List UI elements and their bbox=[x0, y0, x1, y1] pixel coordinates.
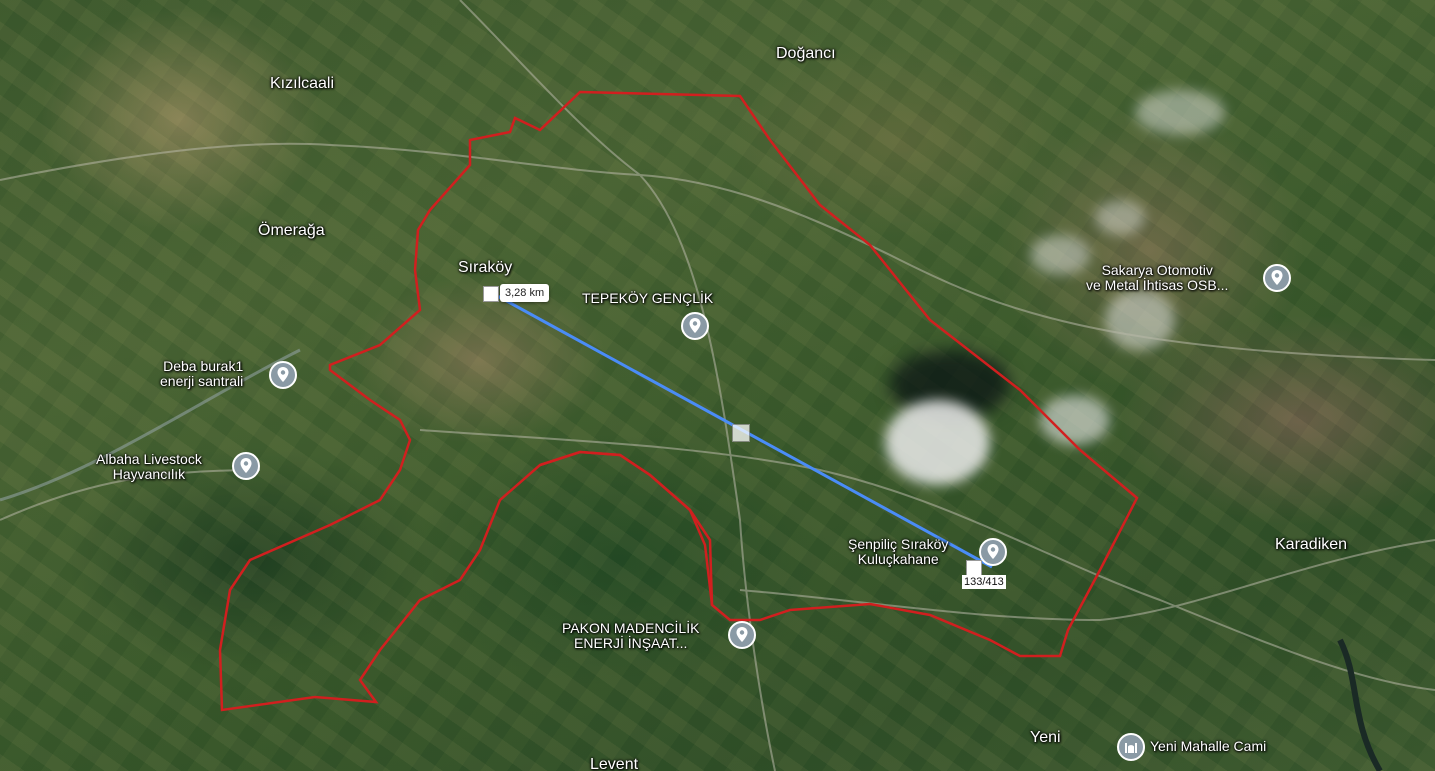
location-pin-icon[interactable] bbox=[978, 537, 1008, 567]
location-pin-icon[interactable] bbox=[1262, 263, 1292, 293]
poi-label-albaha[interactable]: Albaha Livestock Hayvancılık bbox=[96, 452, 202, 482]
place-label-yeni[interactable]: Yeni bbox=[1030, 729, 1061, 747]
place-label-kizilcaali[interactable]: Kızılcaali bbox=[270, 75, 334, 93]
poi-label-pakon[interactable]: PAKON MADENCİLİK ENERJİ İNŞAAT... bbox=[562, 621, 699, 651]
poi-label-sakarya-osb[interactable]: Sakarya Otomotiv ve Metal İhtisas OSB... bbox=[1086, 263, 1228, 293]
poi-name-line2: enerji santrali bbox=[160, 373, 244, 389]
place-label-sirakoy[interactable]: Sıraköy bbox=[458, 259, 512, 277]
poi-label-senpilic[interactable]: Şenpiliç Sıraköy Kuluçkahane bbox=[848, 537, 948, 567]
measure-counter: 133/413 bbox=[962, 575, 1006, 589]
poi-name-line2: ENERJİ İNŞAAT... bbox=[574, 635, 688, 651]
poi-name-line2: ve Metal İhtisas OSB... bbox=[1086, 277, 1229, 293]
poi-label-tepekoy[interactable]: TEPEKÖY GENÇLİK bbox=[582, 291, 713, 306]
poi-name-line1: Sakarya Otomotiv bbox=[1101, 262, 1213, 278]
poi-name-line1: Albaha Livestock bbox=[96, 451, 202, 467]
boundary-outer bbox=[218, 90, 1139, 712]
location-pin-icon[interactable] bbox=[231, 451, 261, 481]
place-label-karadiken[interactable]: Karadiken bbox=[1275, 536, 1347, 554]
poi-label-deba[interactable]: Deba burak1 enerji santrali bbox=[160, 359, 243, 389]
location-pin-icon[interactable] bbox=[268, 360, 298, 390]
poi-name-line1: Şenpiliç Sıraköy bbox=[848, 536, 949, 552]
measure-mid-handle[interactable] bbox=[732, 424, 750, 442]
poi-name-line2: Kuluçkahane bbox=[857, 551, 939, 567]
poi-label-yeni-mahalle-cami[interactable]: Yeni Mahalle Cami bbox=[1150, 739, 1266, 754]
place-label-omeraga[interactable]: Ömerağa bbox=[258, 222, 325, 240]
measure-start-handle[interactable] bbox=[483, 286, 499, 302]
poi-name-line1: Deba burak1 bbox=[163, 358, 244, 374]
place-label-levent[interactable]: Levent bbox=[590, 756, 638, 771]
poi-name-line2: Hayvancılık bbox=[112, 466, 186, 482]
measure-distance-label: 3,28 km bbox=[500, 284, 550, 302]
location-pin-icon[interactable] bbox=[680, 311, 710, 341]
location-pin-icon[interactable] bbox=[727, 620, 757, 650]
river bbox=[1337, 638, 1383, 771]
place-label-dogancı[interactable]: Doğancı bbox=[776, 45, 836, 63]
satellite-map[interactable]: 3,28 km 133/413 Doğancı Kızılcaali Ömera… bbox=[0, 0, 1435, 771]
mosque-pin-icon[interactable] bbox=[1116, 732, 1146, 762]
boundary-inner bbox=[539, 450, 714, 606]
poi-name: Yeni Mahalle Cami bbox=[1150, 738, 1267, 754]
poi-name: TEPEKÖY GENÇLİK bbox=[582, 290, 714, 306]
poi-name-line1: PAKON MADENCİLİK bbox=[562, 620, 700, 636]
